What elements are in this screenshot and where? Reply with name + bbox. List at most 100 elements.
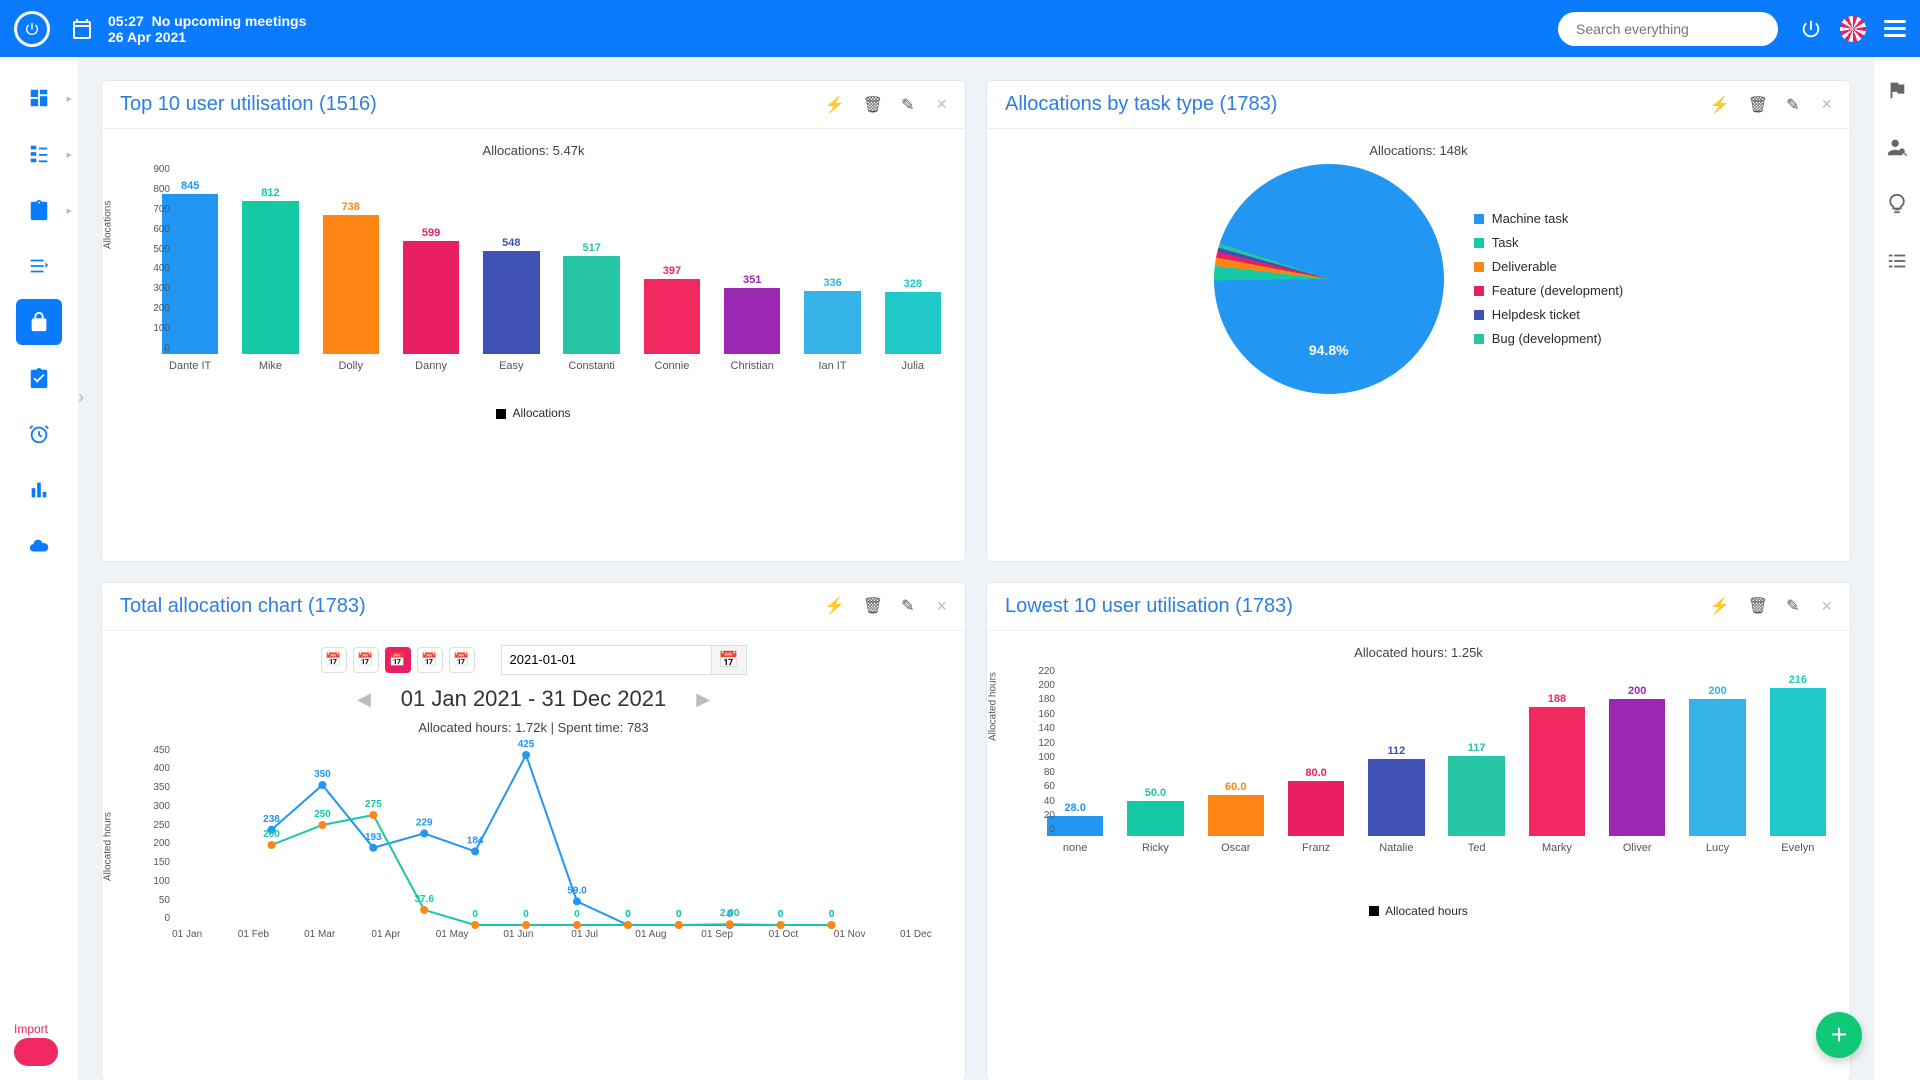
chart-subtitle: Allocations: 5.47k [118,143,949,158]
nav-task[interactable] [16,355,62,401]
grid-icon [28,87,50,109]
next-range-button[interactable]: ▶ [690,683,716,716]
import-widget[interactable]: Import [14,1022,58,1066]
left-nav: ▸ ▸ ▸ › Import [0,57,78,1080]
card-task-type: Allocations by task type (1783) ⚡ 🗑 ✎ × … [987,81,1850,561]
tree-icon [28,143,50,165]
close-icon[interactable]: × [936,596,947,617]
power-button[interactable] [1800,18,1822,40]
date-range: 01 Jan 2021 - 31 Dec 2021 [401,686,666,712]
edit-icon[interactable]: ✎ [1786,95,1799,115]
svg-text:275: 275 [365,799,382,810]
period-month-button[interactable]: 📅 [385,647,411,673]
nav-clipboard[interactable]: ▸ [16,187,62,233]
flag-icon[interactable] [1886,79,1908,106]
nav-cloud[interactable] [16,523,62,569]
calendar-icon[interactable] [70,17,94,41]
lock-icon [28,311,50,333]
bolt-icon[interactable]: ⚡ [1710,596,1730,616]
prev-range-button[interactable]: ◀ [351,683,377,716]
menu-button[interactable] [1884,20,1906,37]
svg-text:0: 0 [625,909,631,920]
chevron-right-icon: ▸ [66,204,72,217]
power-icon [24,21,40,37]
pie-dominant-label: 94.8% [1309,342,1349,358]
pie-chart: 94.8% [1214,164,1444,394]
nav-lock[interactable] [16,299,62,345]
close-icon[interactable]: × [1821,596,1832,617]
pie-legend: Machine taskTaskDeliverableFeature (deve… [1474,207,1624,351]
card-title: Top 10 user utilisation (1516) [120,93,825,116]
avatar[interactable] [1840,16,1866,42]
chart-legend: Allocations [118,406,949,420]
date-picker-button[interactable]: 📅 [711,645,747,675]
nav-expand-button[interactable]: › [78,387,84,408]
delete-icon[interactable]: 🗑 [1748,95,1768,115]
chevron-right-icon: ▸ [66,92,72,105]
delete-icon[interactable]: 🗑 [1748,596,1768,616]
period-quarter-button[interactable]: 📅 [417,647,443,673]
date-input[interactable] [501,645,711,675]
power-icon [1800,18,1822,40]
add-fab-button[interactable]: + [1816,1012,1862,1058]
svg-text:350: 350 [314,769,331,780]
y-axis-label: Allocated hours [103,812,114,881]
cloud-icon [28,535,50,557]
svg-text:193: 193 [365,831,382,842]
svg-text:0: 0 [472,909,478,920]
nav-alarm[interactable] [16,411,62,457]
y-axis-label: Allocations [103,201,114,249]
svg-text:250: 250 [314,809,331,820]
settings-list-icon[interactable] [1886,250,1908,277]
period-year-button[interactable]: 📅 [449,647,475,673]
bolt-icon[interactable]: ⚡ [825,95,845,115]
app-logo[interactable] [14,11,50,47]
edit-icon[interactable]: ✎ [1786,596,1799,616]
card-top-utilisation: Top 10 user utilisation (1516) ⚡ 🗑 ✎ × A… [102,81,965,561]
import-pill [14,1038,58,1066]
close-icon[interactable]: × [1821,94,1832,115]
nav-hierarchy[interactable]: ▸ [16,131,62,177]
task-icon [28,367,50,389]
card-total-allocation: Total allocation chart (1783) ⚡ 🗑 ✎ × 📅 … [102,583,965,1080]
line-chart: 450400350300250200150100500 238350193229… [118,745,949,925]
dashboard-grid: Top 10 user utilisation (1516) ⚡ 🗑 ✎ × A… [78,57,1874,1080]
alarm-icon [28,423,50,445]
period-week-button[interactable]: 📅 [353,647,379,673]
bar-chart-icon [28,479,50,501]
bulb-icon[interactable] [1886,193,1908,220]
edit-icon[interactable]: ✎ [901,596,914,616]
bar-chart: 9008007006005004003002001000 84581273859… [118,164,949,354]
right-rail [1874,57,1920,1080]
chart-subtitle: Allocated hours: 1.25k [1003,645,1834,660]
svg-text:184: 184 [467,835,484,846]
nav-checklist[interactable] [16,243,62,289]
search-box[interactable] [1558,12,1778,46]
svg-text:2.00: 2.00 [720,908,740,919]
header-meeting-status: No upcoming meetings [152,13,307,29]
svg-text:229: 229 [416,817,433,828]
card-low-utilisation: Lowest 10 user utilisation (1783) ⚡ 🗑 ✎ … [987,583,1850,1080]
chart-subtitle: Allocated hours: 1.72k | Spent time: 783 [118,720,949,735]
chart-legend: Allocated hours [1003,904,1834,918]
svg-text:0: 0 [574,909,580,920]
bolt-icon[interactable]: ⚡ [1710,95,1730,115]
import-label: Import [14,1022,58,1036]
delete-icon[interactable]: 🗑 [863,95,883,115]
period-day-button[interactable]: 📅 [321,647,347,673]
nav-reports[interactable] [16,467,62,513]
edit-icon[interactable]: ✎ [901,95,914,115]
y-axis-label: Allocated hours [988,672,999,741]
nav-dashboard[interactable]: ▸ [16,75,62,121]
search-input[interactable] [1574,20,1762,38]
person-search-icon[interactable] [1886,136,1908,163]
card-title: Allocations by task type (1783) [1005,93,1710,116]
svg-text:0: 0 [778,909,784,920]
svg-text:59.0: 59.0 [567,885,587,896]
delete-icon[interactable]: 🗑 [863,596,883,616]
header-info: 05:27 No upcoming meetings 26 Apr 2021 [108,13,306,45]
card-title: Lowest 10 user utilisation (1783) [1005,595,1710,618]
svg-text:0: 0 [829,909,835,920]
close-icon[interactable]: × [936,94,947,115]
bolt-icon[interactable]: ⚡ [825,596,845,616]
